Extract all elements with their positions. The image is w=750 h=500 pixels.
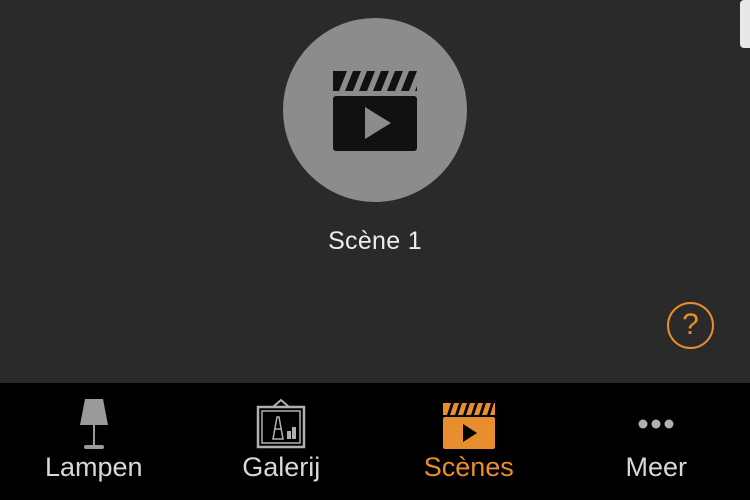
clapperboard-icon xyxy=(439,399,499,453)
lamp-icon xyxy=(64,399,124,453)
scene-label: Scène 1 xyxy=(328,227,422,255)
tab-galerij[interactable]: Galerij xyxy=(188,383,376,500)
scrollbar[interactable] xyxy=(740,0,750,48)
clapperboard-play-icon xyxy=(333,71,417,151)
tab-lampen[interactable]: Lampen xyxy=(0,383,188,500)
more-dots-icon xyxy=(626,399,686,453)
bottom-tab-bar: Lampen Galerij Scènes Meer xyxy=(0,383,750,500)
scene-thumbnail[interactable] xyxy=(283,18,467,202)
tab-label: Lampen xyxy=(44,452,143,482)
scenes-content: Scène 1 ? xyxy=(0,0,750,383)
tab-scenes[interactable]: Scènes xyxy=(375,383,563,500)
gallery-picture-icon xyxy=(251,399,311,453)
app-screen: Scène 1 ? Lampen Galerij Scènes Meer xyxy=(0,0,750,500)
tab-label: Galerij xyxy=(242,452,321,482)
tab-meer[interactable]: Meer xyxy=(563,383,750,500)
tab-label: Meer xyxy=(625,452,687,482)
scene-tile[interactable]: Scène 1 xyxy=(268,16,482,266)
tab-label: Scènes xyxy=(423,452,514,482)
help-icon[interactable]: ? xyxy=(667,302,714,349)
